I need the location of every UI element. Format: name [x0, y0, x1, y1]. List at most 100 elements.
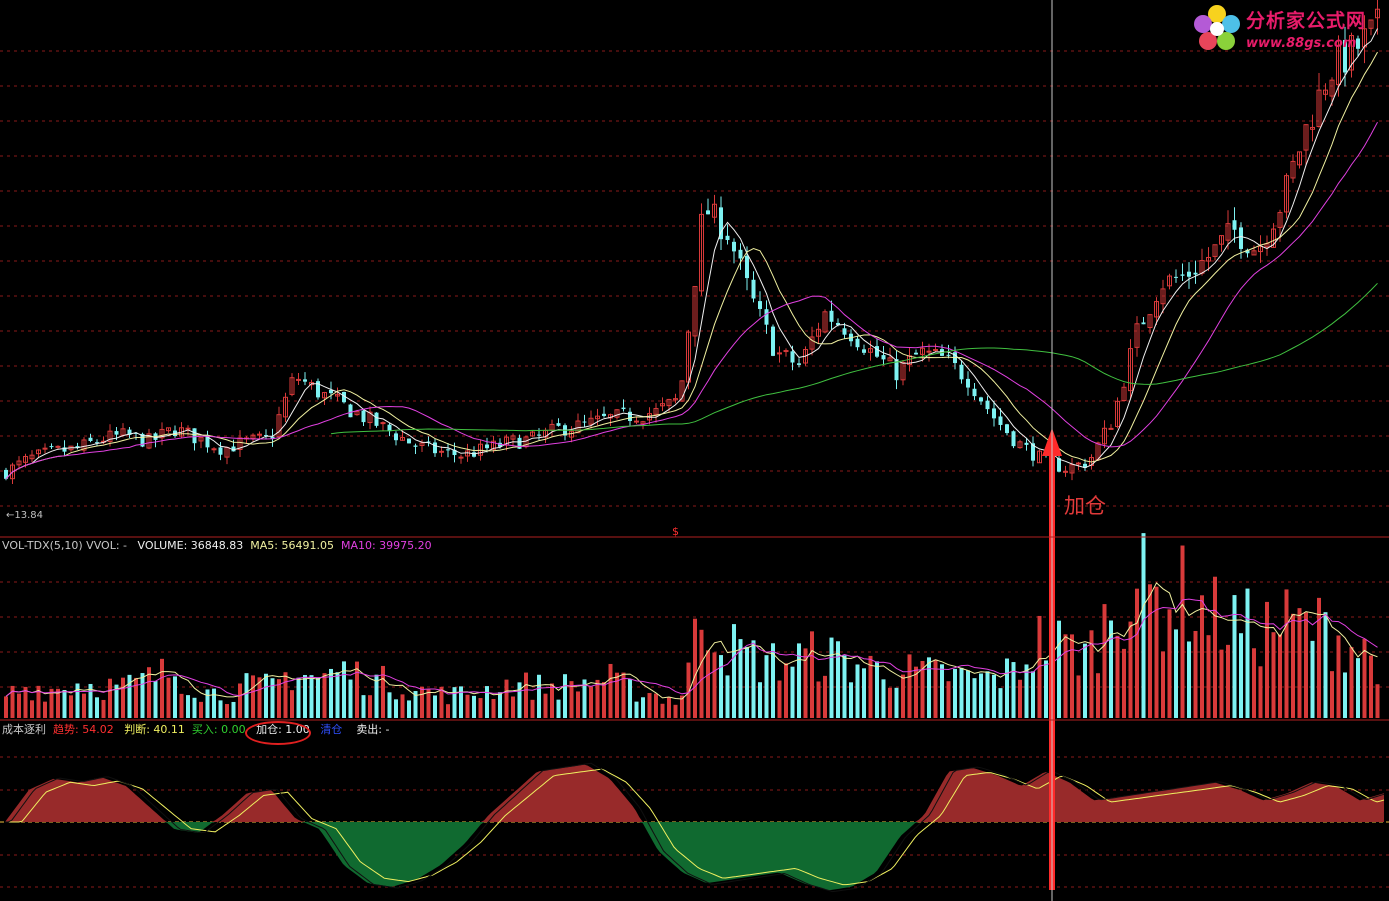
volume-bar: [1167, 609, 1172, 718]
volume-bar: [1323, 612, 1328, 718]
volume-bar: [108, 678, 112, 718]
volume-bar: [992, 674, 996, 718]
candle-body: [1141, 322, 1146, 325]
volume-bar: [602, 682, 606, 718]
candle-body: [602, 413, 606, 416]
volume-bar: [1200, 595, 1204, 718]
volume-bar: [1219, 649, 1224, 718]
volume-bar: [491, 698, 496, 718]
volume-bar: [452, 687, 457, 718]
volume-bar: [725, 675, 730, 718]
ind-legend-trend: 趋势: 54.02: [53, 723, 114, 736]
logo-title: 分析家公式网: [1246, 10, 1367, 32]
candle-body: [361, 410, 366, 423]
volume-bar: [1122, 648, 1126, 718]
volume-bar: [836, 641, 840, 718]
candle-body: [926, 350, 932, 353]
volume-bar: [706, 650, 710, 718]
candle-body: [472, 452, 476, 457]
volume-bar: [1265, 601, 1269, 718]
candle-body: [1108, 427, 1114, 430]
candle-body: [185, 427, 191, 430]
volume-bar: [478, 698, 483, 718]
candle-body: [485, 444, 489, 449]
volume-bar: [1206, 635, 1211, 718]
candle-body: [933, 349, 938, 352]
volume-legend: VOL-TDX(5,10) VVOL: - VOLUME: 36848.83 M…: [2, 539, 432, 553]
volume-bar: [153, 681, 158, 718]
candle-body: [972, 388, 977, 397]
volume-ma10-line: [5, 598, 1378, 697]
vol-legend-ma10: MA10: 39975.20: [340, 539, 432, 552]
volume-bar: [901, 674, 905, 718]
moving-average-lines: [5, 28, 1378, 480]
volume-bar: [62, 690, 67, 718]
candle-body: [783, 350, 789, 353]
volume-bar: [894, 687, 899, 718]
candle-body: [413, 445, 418, 447]
volume-bar: [563, 674, 567, 718]
price-candles: [4, 0, 1380, 484]
volume-bar: [797, 643, 801, 718]
indicator-legend: 成本逐利 趋势: 54.02 判断: 40.11 买入: 0.00 加仓: 1.…: [2, 723, 389, 737]
volume-bar: [1154, 586, 1159, 718]
highlight-oval: [245, 721, 311, 745]
volume-bar: [693, 618, 697, 718]
candle-body: [211, 448, 217, 451]
candle-body: [1174, 276, 1178, 278]
volume-bar: [712, 652, 717, 718]
candle-body: [1076, 462, 1081, 465]
volume-bar: [790, 666, 795, 718]
volume-bar: [30, 700, 34, 718]
volume-ma-lines: [5, 582, 1378, 700]
candle-body: [628, 411, 632, 421]
vol-legend-name: VOL-TDX(5,10) VVOL: -: [2, 539, 127, 552]
volume-ma5-line: [5, 582, 1378, 700]
volume-bar: [1141, 533, 1146, 718]
volume-bar: [530, 699, 535, 718]
volume-bar: [758, 682, 762, 718]
volume-bar: [472, 695, 476, 718]
volume-bar: [959, 667, 964, 718]
volume-bar: [134, 677, 138, 718]
volume-bar: [342, 661, 346, 718]
volume-bar: [972, 678, 977, 718]
volume-bar: [1005, 658, 1009, 718]
volume-bar: [1057, 620, 1061, 718]
candle-body: [303, 379, 307, 382]
candle-body: [296, 378, 301, 381]
volume-bar: [823, 675, 827, 718]
volume-bar: [1310, 640, 1315, 718]
volume-bar: [218, 700, 223, 718]
volume-bar: [192, 697, 197, 718]
volume-bar: [296, 677, 301, 718]
candle-body: [1232, 220, 1237, 230]
volume-bar: [17, 693, 21, 718]
volume-bar: [699, 629, 704, 718]
candle-body: [732, 241, 736, 252]
volume-bar: [1193, 630, 1198, 718]
volume-bar: [420, 686, 424, 718]
separator-mark: $: [672, 525, 679, 538]
volume-bar: [1063, 634, 1068, 718]
candle-body: [1193, 272, 1198, 275]
vol-legend-ma5: MA5: 56491.05: [250, 539, 334, 552]
volume-bar: [446, 704, 450, 718]
candle-body: [446, 449, 450, 451]
volume-bar: [270, 678, 275, 718]
volume-bar: [1096, 673, 1100, 718]
volume-bar: [1174, 629, 1178, 718]
volume-bar: [946, 681, 951, 718]
volume-bar: [719, 655, 723, 718]
ind-legend-name: 成本逐利: [2, 723, 46, 736]
volume-bar: [1115, 635, 1120, 718]
volume-bar: [1044, 660, 1048, 718]
volume-bar: [407, 700, 411, 718]
candle-body: [790, 351, 795, 363]
candle-body: [797, 363, 801, 365]
volume-bar: [82, 693, 86, 718]
volume-bar: [127, 674, 132, 718]
volume-bar: [368, 695, 372, 718]
volume-bar: [1356, 658, 1360, 718]
volume-bar: [511, 696, 515, 718]
